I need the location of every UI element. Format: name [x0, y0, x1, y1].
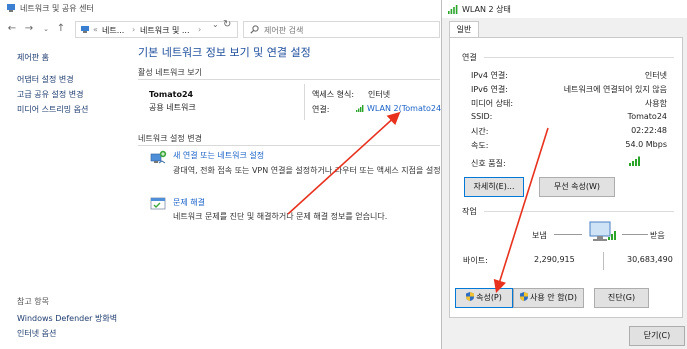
dialog-titlebar: WLAN 2 상태 — [442, 0, 687, 18]
uac-shield-icon — [466, 292, 475, 301]
refresh-icon[interactable]: ↻ — [223, 19, 231, 30]
setup-new-connection-description: 광대역, 전화 접속 또는 VPN 연결을 설정하거나 라우터 또는 액세스 지… — [173, 166, 466, 175]
properties-button[interactable]: 속성(P) — [455, 288, 513, 308]
recent-dropdown-icon[interactable]: ⌄ — [40, 22, 52, 36]
see-also-heading: 참고 항목 — [17, 297, 49, 306]
network-name: Tomato24 — [149, 90, 194, 99]
media-state-value: 사용함 — [644, 99, 667, 108]
sent-label: 보냄 — [532, 231, 547, 240]
ipv6-label: IPv6 연결: — [471, 85, 508, 94]
wlan-connection-link[interactable]: WLAN 2(Tomato24) — [367, 104, 444, 113]
details-button[interactable]: 자세히(E)... — [464, 177, 524, 197]
nav-control-panel-home[interactable]: 제어판 홈 — [17, 52, 49, 63]
new-connection-icon — [150, 150, 167, 164]
wireless-properties-button[interactable]: 무선 속성(W) — [539, 177, 615, 197]
nav-advanced-sharing-settings[interactable]: 고급 공유 설정 변경 — [17, 89, 84, 100]
network-type: 공용 네트워크 — [149, 103, 196, 112]
access-type-value: 인터넷 — [368, 90, 391, 99]
address-dropdown-icon[interactable]: ⌄ — [212, 20, 219, 29]
breadcrumb-separator: « — [93, 25, 98, 34]
speed-label: 속도: — [471, 141, 489, 150]
breadcrumb-item[interactable]: 네트워크 및 ... — [140, 25, 190, 36]
back-arrow-icon[interactable]: ← — [6, 22, 18, 36]
network-center-icon — [7, 4, 15, 12]
breadcrumb-separator: › — [132, 25, 136, 34]
nav-change-adapter-settings[interactable]: 어댑터 설정 변경 — [17, 74, 74, 85]
wlan-status-dialog: WLAN 2 상태 일반 연결 IPv4 연결: 인터넷 IPv6 연결: 네트… — [441, 0, 687, 349]
uac-shield-icon — [520, 292, 529, 301]
up-arrow-icon[interactable]: ↑ — [55, 22, 67, 36]
bytes-sent-value: 2,290,915 — [534, 255, 575, 264]
connections-label: 연결: — [312, 105, 330, 114]
nsc-titlebar: 네트워크 및 공유 센터 — [0, 0, 440, 16]
page-title: 기본 네트워크 정보 보기 및 연결 설정 — [138, 46, 311, 59]
group-divider — [484, 211, 674, 212]
nav-internet-options[interactable]: 인터넷 옵션 — [17, 328, 56, 339]
network-center-icon — [81, 26, 89, 33]
bytes-label: 바이트: — [463, 256, 488, 265]
bytes-divider — [603, 252, 604, 270]
ipv6-value: 네트워크에 연결되어 있지 않음 — [563, 85, 667, 94]
network-sharing-center-window: 네트워크 및 공유 센터 ← → ⌄ ↑ « 네트... › 네트워크 및 ..… — [0, 0, 465, 349]
troubleshoot-icon — [150, 197, 166, 210]
troubleshoot-link[interactable]: 문제 해결 — [173, 197, 205, 208]
divider — [304, 84, 305, 120]
nav-media-streaming-options[interactable]: 미디어 스트리밍 옵션 — [17, 104, 88, 115]
access-type-label: 액세스 형식: — [312, 90, 355, 99]
close-button[interactable]: 닫기(C) — [629, 326, 685, 346]
ssid-value: Tomato24 — [627, 112, 667, 121]
tab-general[interactable]: 일반 — [449, 21, 479, 38]
troubleshoot-description: 네트워크 문제를 진단 및 해결하거나 문제 해결 정보를 얻습니다. — [173, 212, 388, 221]
properties-button-label: 속성(P) — [476, 293, 502, 302]
main-content: 기본 네트워크 정보 보기 및 연결 설정 활성 네트워크 보기 Tomato2… — [125, 42, 465, 349]
activity-group-label: 작업 — [462, 207, 477, 216]
divider — [138, 79, 440, 80]
general-tab-panel: 연결 IPv4 연결: 인터넷 IPv6 연결: 네트워크에 연결되어 있지 않… — [449, 37, 683, 318]
disable-button-label: 사용 안 함(D) — [530, 293, 577, 302]
activity-line — [622, 234, 648, 235]
left-navigation: 제어판 홈 어댑터 설정 변경 고급 공유 설정 변경 미디어 스트리밍 옵션 … — [0, 42, 125, 349]
search-icon — [250, 25, 259, 34]
search-input[interactable] — [264, 24, 434, 36]
active-networks-heading: 활성 네트워크 보기 — [138, 68, 202, 77]
duration-label: 시간: — [471, 127, 489, 136]
computer-activity-icon — [589, 221, 616, 241]
activity-line — [554, 234, 582, 235]
signal-quality-label: 신호 품질: — [471, 159, 506, 168]
change-network-settings-heading: 네트워크 설정 변경 — [138, 134, 202, 143]
ipv4-label: IPv4 연결: — [471, 71, 508, 80]
duration-value: 02:22:48 — [631, 126, 667, 135]
address-bar-row: ← → ⌄ ↑ « 네트... › 네트워크 및 ... › ⌄ ↻ — [0, 17, 440, 41]
breadcrumb-item[interactable]: 네트... — [102, 25, 124, 36]
ipv4-value: 인터넷 — [644, 71, 667, 80]
divider — [138, 145, 440, 146]
speed-value: 54.0 Mbps — [625, 140, 667, 149]
signal-quality-icon — [629, 156, 640, 166]
window-title: 네트워크 및 공유 센터 — [20, 4, 94, 13]
nav-windows-defender-firewall[interactable]: Windows Defender 방화벽 — [17, 313, 117, 324]
disable-button[interactable]: 사용 안 함(D) — [513, 288, 584, 308]
dialog-title: WLAN 2 상태 — [462, 5, 511, 14]
wifi-signal-icon — [356, 105, 364, 112]
media-state-label: 미디어 상태: — [471, 99, 514, 108]
wifi-signal-icon — [448, 5, 458, 14]
forward-arrow-icon[interactable]: → — [23, 22, 35, 36]
setup-new-connection-link[interactable]: 새 연결 또는 네트워크 설정 — [173, 150, 264, 161]
breadcrumb-separator: › — [198, 25, 202, 34]
diagnose-button[interactable]: 진단(G) — [594, 288, 649, 308]
received-label: 받음 — [650, 231, 665, 240]
ssid-label: SSID: — [471, 112, 493, 121]
search-box[interactable] — [243, 21, 440, 38]
connection-group-label: 연결 — [462, 53, 477, 62]
bytes-received-value: 30,683,490 — [627, 255, 673, 264]
group-divider — [484, 57, 674, 58]
